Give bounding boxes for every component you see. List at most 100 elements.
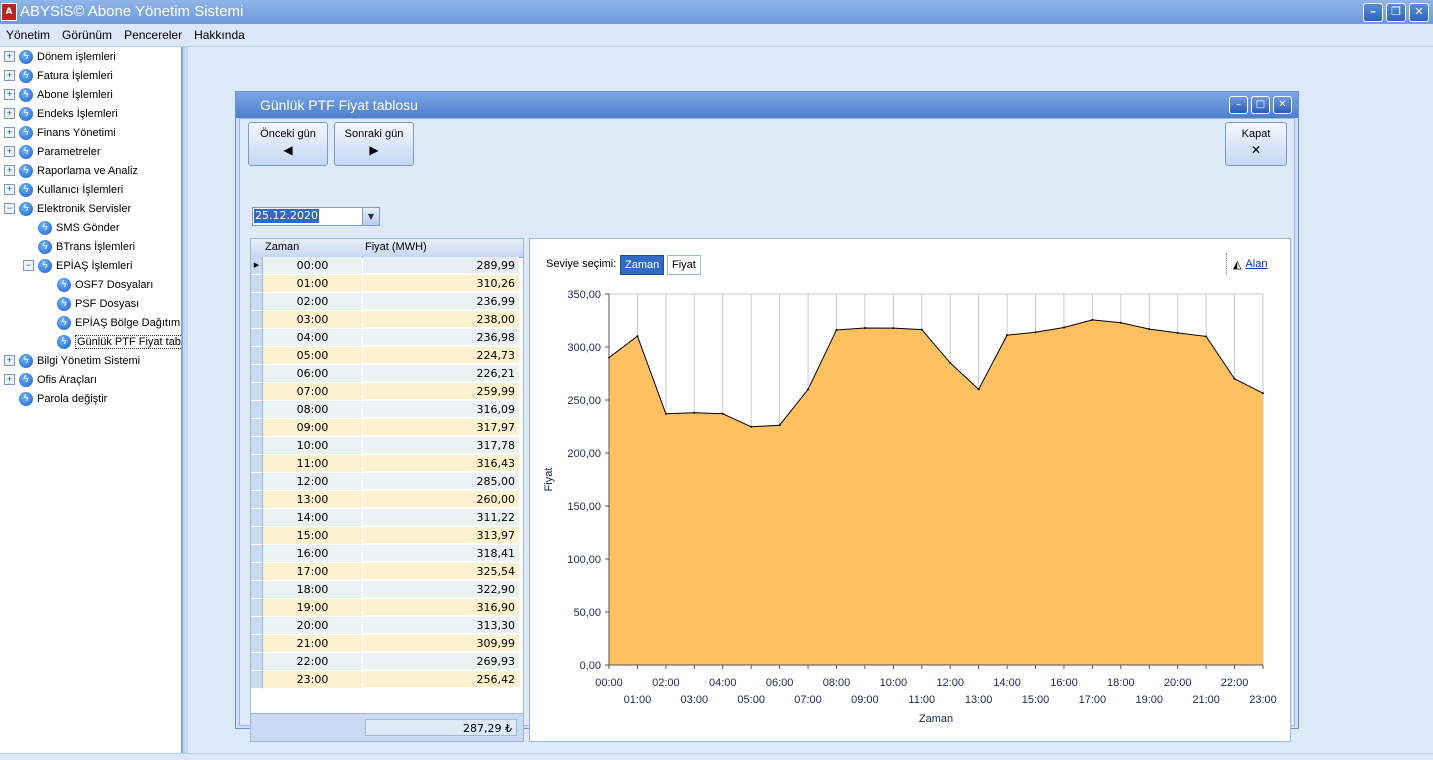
row-indicator[interactable] bbox=[251, 671, 263, 689]
menu-pencereler[interactable]: Pencereler bbox=[118, 24, 188, 46]
table-row[interactable]: 02:00 236,99 bbox=[251, 293, 523, 311]
row-indicator[interactable] bbox=[251, 293, 263, 311]
column-header-fiyat[interactable]: Fiyat (MWH) bbox=[365, 241, 427, 253]
sidebar-item[interactable]: ϟ PSF Dosyası bbox=[42, 294, 139, 313]
menu-hakkinda[interactable]: Hakkında bbox=[188, 24, 251, 46]
table-row[interactable]: 06:00 226,21 bbox=[251, 365, 523, 383]
expand-icon[interactable]: + bbox=[4, 184, 15, 195]
table-row[interactable]: 05:00 224,73 bbox=[251, 347, 523, 365]
next-day-button[interactable]: Sonraki gün ▶ bbox=[334, 122, 414, 166]
cell-fiyat[interactable]: 317,97 bbox=[363, 419, 519, 436]
previous-day-button[interactable]: Önceki gün ◀ bbox=[248, 122, 328, 166]
sidebar-item[interactable]: ϟ EPİAŞ Bölge Dağıtım : bbox=[42, 313, 186, 332]
cell-zaman[interactable]: 01:00 bbox=[263, 275, 362, 293]
sidebar-item[interactable]: + ϟ Raporlama ve Analiz bbox=[4, 161, 138, 180]
table-row[interactable]: 10:00 317,78 bbox=[251, 437, 523, 455]
row-indicator[interactable] bbox=[251, 455, 263, 473]
sidebar-item[interactable]: + ϟ Finans Yönetimi bbox=[4, 123, 116, 142]
row-indicator[interactable] bbox=[251, 545, 263, 563]
cell-zaman[interactable]: 03:00 bbox=[263, 311, 362, 329]
cell-zaman[interactable]: 04:00 bbox=[263, 329, 362, 347]
table-row[interactable]: 22:00 269,93 bbox=[251, 653, 523, 671]
child-minimize-icon[interactable]: – bbox=[1229, 96, 1248, 114]
sidebar-item[interactable]: − ϟ Elektronik Servisler bbox=[4, 199, 131, 218]
cell-fiyat[interactable]: 226,21 bbox=[363, 365, 519, 382]
cell-fiyat[interactable]: 311,22 bbox=[363, 509, 519, 526]
cell-zaman[interactable]: 23:00 bbox=[263, 671, 362, 689]
cell-fiyat[interactable]: 285,00 bbox=[363, 473, 519, 490]
cell-fiyat[interactable]: 310,26 bbox=[363, 275, 519, 292]
date-value[interactable]: 25.12.2020 bbox=[254, 209, 319, 223]
sidebar-item[interactable]: ϟ BTrans İşlemleri bbox=[23, 237, 135, 256]
sidebar-item[interactable]: + ϟ Endeks İşlemleri bbox=[4, 104, 118, 123]
row-indicator[interactable] bbox=[251, 653, 263, 671]
date-picker[interactable]: 25.12.2020 ▼ bbox=[252, 207, 380, 226]
table-row[interactable]: ▶ 00:00 289,99 bbox=[251, 257, 523, 275]
row-indicator[interactable] bbox=[251, 509, 263, 527]
cell-zaman[interactable]: 19:00 bbox=[263, 599, 362, 617]
column-header-zaman[interactable]: Zaman bbox=[265, 241, 299, 253]
row-indicator[interactable] bbox=[251, 383, 263, 401]
sidebar-item[interactable]: + ϟ Kullanıcı İşlemleri bbox=[4, 180, 123, 199]
cell-fiyat[interactable]: 238,00 bbox=[363, 311, 519, 328]
row-indicator[interactable] bbox=[251, 473, 263, 491]
row-indicator[interactable] bbox=[251, 347, 263, 365]
cell-fiyat[interactable]: 260,00 bbox=[363, 491, 519, 508]
table-row[interactable]: 23:00 256,42 bbox=[251, 671, 523, 689]
row-indicator-arrow-icon[interactable]: ▶ bbox=[251, 257, 263, 275]
cell-fiyat[interactable]: 316,43 bbox=[363, 455, 519, 472]
cell-zaman[interactable]: 09:00 bbox=[263, 419, 362, 437]
sidebar-item[interactable]: ϟ SMS Gönder bbox=[23, 218, 120, 237]
minimize-icon[interactable]: – bbox=[1363, 3, 1383, 22]
child-close-icon[interactable]: ✕ bbox=[1273, 96, 1292, 114]
expand-icon[interactable]: + bbox=[4, 355, 15, 366]
cell-fiyat[interactable]: 325,54 bbox=[363, 563, 519, 580]
expand-icon[interactable]: + bbox=[4, 127, 15, 138]
collapse-icon[interactable]: − bbox=[23, 260, 34, 271]
cell-zaman[interactable]: 06:00 bbox=[263, 365, 362, 383]
restore-icon[interactable]: ❐ bbox=[1386, 3, 1406, 22]
row-indicator[interactable] bbox=[251, 581, 263, 599]
cell-zaman[interactable]: 08:00 bbox=[263, 401, 362, 419]
cell-zaman[interactable]: 02:00 bbox=[263, 293, 362, 311]
table-row[interactable]: 13:00 260,00 bbox=[251, 491, 523, 509]
row-indicator[interactable] bbox=[251, 311, 263, 329]
cell-zaman[interactable]: 22:00 bbox=[263, 653, 362, 671]
sidebar-item[interactable]: ϟ Günlük PTF Fiyat tabl bbox=[42, 332, 186, 351]
row-indicator[interactable] bbox=[251, 617, 263, 635]
row-indicator[interactable] bbox=[251, 401, 263, 419]
row-indicator[interactable] bbox=[251, 275, 263, 293]
row-indicator[interactable] bbox=[251, 635, 263, 653]
row-indicator[interactable] bbox=[251, 419, 263, 437]
cell-fiyat[interactable]: 322,90 bbox=[363, 581, 519, 598]
table-row[interactable]: 14:00 311,22 bbox=[251, 509, 523, 527]
sidebar-item[interactable]: + ϟ Parametreler bbox=[4, 142, 101, 161]
cell-zaman[interactable]: 00:00 bbox=[263, 257, 362, 275]
sidebar-item[interactable]: + ϟ Fatura İşlemleri bbox=[4, 66, 113, 85]
expand-icon[interactable]: + bbox=[4, 146, 15, 157]
table-row[interactable]: 18:00 322,90 bbox=[251, 581, 523, 599]
expand-icon[interactable]: + bbox=[4, 108, 15, 119]
sidebar-item[interactable]: ϟ OSF7 Dosyaları bbox=[42, 275, 153, 294]
cell-zaman[interactable]: 11:00 bbox=[263, 455, 362, 473]
cell-fiyat[interactable]: 224,73 bbox=[363, 347, 519, 364]
table-row[interactable]: 12:00 285,00 bbox=[251, 473, 523, 491]
cell-fiyat[interactable]: 313,30 bbox=[363, 617, 519, 634]
cell-fiyat[interactable]: 316,09 bbox=[363, 401, 519, 418]
collapse-icon[interactable]: − bbox=[4, 203, 15, 214]
cell-fiyat[interactable]: 309,99 bbox=[363, 635, 519, 652]
table-row[interactable]: 21:00 309,99 bbox=[251, 635, 523, 653]
expand-icon[interactable]: + bbox=[4, 51, 15, 62]
cell-zaman[interactable]: 05:00 bbox=[263, 347, 362, 365]
sidebar-item[interactable]: + ϟ Bilgi Yönetim Sistemi bbox=[4, 351, 140, 370]
table-row[interactable]: 04:00 236,98 bbox=[251, 329, 523, 347]
expand-icon[interactable]: + bbox=[4, 165, 15, 176]
table-row[interactable]: 08:00 316,09 bbox=[251, 401, 523, 419]
row-indicator[interactable] bbox=[251, 599, 263, 617]
close-window-button[interactable]: Kapat ✕ bbox=[1225, 122, 1287, 166]
cell-zaman[interactable]: 16:00 bbox=[263, 545, 362, 563]
cell-zaman[interactable]: 21:00 bbox=[263, 635, 362, 653]
cell-zaman[interactable]: 18:00 bbox=[263, 581, 362, 599]
table-row[interactable]: 16:00 318,41 bbox=[251, 545, 523, 563]
cell-fiyat[interactable]: 318,41 bbox=[363, 545, 519, 562]
